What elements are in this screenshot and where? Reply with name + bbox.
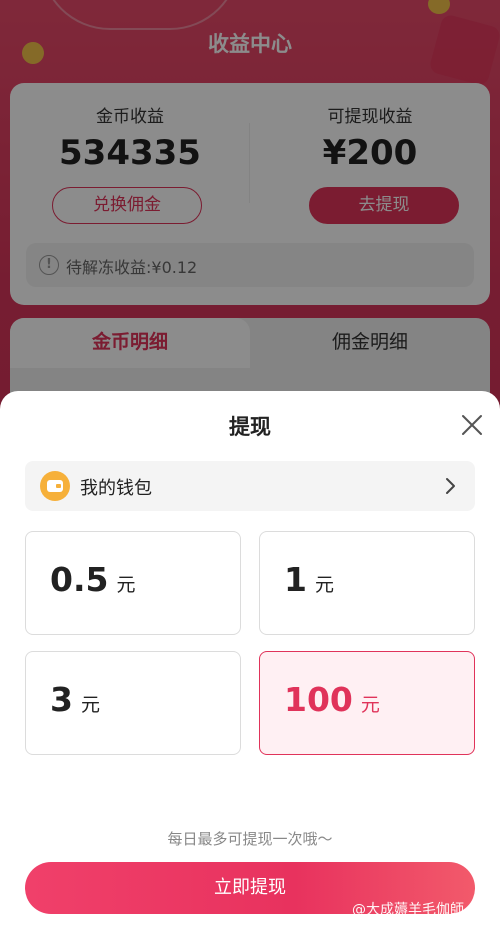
amount-value: 3元	[50, 680, 100, 719]
amount-unit: 元	[116, 574, 136, 596]
wallet-icon	[40, 471, 70, 501]
amount-unit: 元	[314, 574, 334, 596]
amount-value: 0.5 元	[50, 560, 136, 599]
amount-option-100[interactable]: 100 元	[259, 651, 475, 755]
amount-option-0-5[interactable]: 0.5 元	[25, 531, 241, 635]
wallet-label: 我的钱包	[80, 478, 152, 499]
watermark: @大成薅羊毛伽師	[352, 902, 464, 918]
amount-value: 100 元	[284, 680, 380, 719]
daily-limit-note: 每日最多可提现一次哦～	[167, 830, 333, 848]
withdraw-sheet: 提现 我的钱包 0.5 元 1元 3元 100 元 每日最多可提现一次哦～ 立即提现	[0, 391, 500, 927]
chevron-right-icon	[443, 475, 459, 497]
amount-option-1[interactable]: 1元	[259, 531, 475, 635]
amount-value: 1元	[284, 560, 334, 599]
close-icon[interactable]	[456, 409, 488, 441]
wallet-selector[interactable]: 我的钱包	[25, 461, 475, 511]
amount-unit: 元	[80, 694, 100, 716]
sheet-title: 提现	[229, 415, 271, 439]
amount-option-3[interactable]: 3元	[25, 651, 241, 755]
amount-unit: 元	[360, 694, 380, 716]
